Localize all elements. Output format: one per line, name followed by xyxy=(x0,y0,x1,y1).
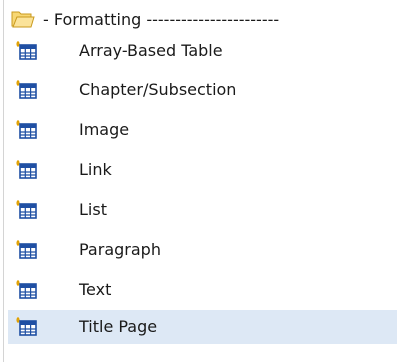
tree-item-label: Paragraph xyxy=(79,240,161,259)
tree-item[interactable]: Array-Based Table xyxy=(8,34,397,68)
tree-item[interactable]: Link xyxy=(8,153,397,187)
tree-guide-line xyxy=(3,0,4,362)
tree-item-label: Chapter/Subsection xyxy=(79,80,237,99)
tree-item[interactable]: Text xyxy=(8,273,397,307)
table-icon xyxy=(16,240,37,259)
tree-item[interactable]: Title Page xyxy=(8,310,397,344)
tree-item[interactable]: List xyxy=(8,193,397,227)
folder-label: - Formatting ----------------------- xyxy=(43,10,280,29)
tree-item-label: Title Page xyxy=(79,317,158,336)
template-tree: - Formatting ----------------------- Arr… xyxy=(0,0,397,362)
table-icon xyxy=(16,200,37,219)
tree-item-label: Link xyxy=(79,160,112,179)
tree-item-label: Text xyxy=(79,280,112,299)
tree-item[interactable]: Chapter/Subsection xyxy=(8,73,397,107)
tree-item[interactable]: Paragraph xyxy=(8,233,397,267)
tree-item[interactable]: Image xyxy=(8,113,397,147)
tree-item-label: List xyxy=(79,200,107,219)
table-icon xyxy=(16,160,37,179)
folder-formatting[interactable]: - Formatting ----------------------- xyxy=(8,5,397,35)
table-icon xyxy=(16,280,37,299)
tree-item-label: Image xyxy=(79,120,130,139)
table-icon xyxy=(16,41,37,60)
tree-item-label: Array-Based Table xyxy=(79,41,223,60)
table-icon xyxy=(16,317,37,336)
folder-open-icon xyxy=(11,11,35,28)
table-icon xyxy=(16,80,37,99)
table-icon xyxy=(16,120,37,139)
